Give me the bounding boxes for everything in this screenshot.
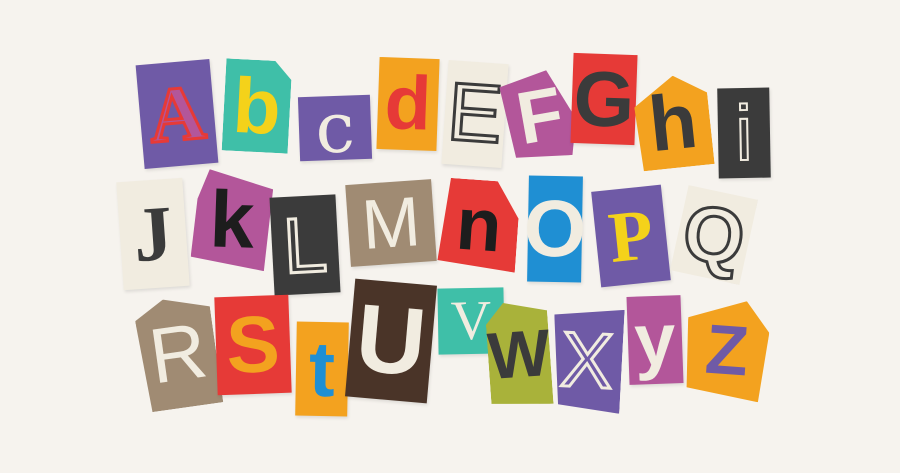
letter-tile-h: h	[631, 72, 714, 171]
letter-tile-e: E	[441, 60, 509, 168]
letter-tile-c: c	[297, 86, 373, 170]
letter-tile-a: A	[135, 58, 219, 170]
letter-h: h	[644, 75, 702, 169]
letter-tile-s: S	[214, 294, 292, 396]
letter-tile-r: R	[133, 293, 224, 413]
letter-k: k	[208, 174, 256, 265]
letter-tile-k: k	[190, 169, 273, 272]
letter-tile-q: Q	[669, 184, 758, 286]
letter-e: E	[443, 65, 507, 163]
letter-m: M	[359, 182, 423, 264]
letter-tile-p: P	[591, 184, 671, 288]
letter-t: t	[308, 324, 336, 414]
alphabet-collage: { "letters": ["A","b","c","d","E","F","G…	[0, 0, 900, 473]
letter-tile-g: G	[570, 52, 638, 146]
letter-y: y	[632, 297, 677, 382]
letter-l: L	[280, 198, 331, 291]
letter-tile-x: X	[549, 306, 624, 414]
letter-q: Q	[679, 188, 749, 282]
letter-b: b	[230, 60, 284, 152]
letter-tile-i: i	[717, 87, 771, 179]
letter-tile-z: Z	[683, 297, 772, 402]
letter-w: W	[485, 314, 553, 394]
letter-u: U	[351, 284, 431, 397]
letter-z: Z	[702, 309, 752, 391]
letter-tile-w: W	[484, 300, 553, 408]
letter-v: V	[450, 289, 492, 353]
letter-tile-y: y	[626, 295, 684, 385]
letter-f: F	[510, 70, 570, 161]
letter-x: X	[558, 314, 616, 406]
letter-s: S	[224, 299, 282, 390]
letter-a: A	[144, 66, 211, 161]
letter-tile-l: L	[269, 194, 341, 296]
letter-p: P	[604, 193, 658, 279]
letter-i: i	[734, 88, 755, 178]
letter-tile-o: O	[523, 175, 587, 283]
letter-tile-t: t	[295, 321, 349, 417]
letter-tile-n: n	[437, 177, 521, 272]
letter-j: J	[130, 188, 176, 279]
letter-tile-f: F	[498, 67, 582, 166]
letter-tile-b: b	[222, 58, 293, 153]
letter-d: d	[383, 60, 433, 147]
letter-g: G	[572, 53, 636, 145]
letter-tile-j: J	[116, 177, 190, 291]
letter-tile-u: U	[345, 278, 437, 404]
letter-tile-d: d	[376, 56, 440, 152]
letter-r: R	[143, 305, 213, 401]
letter-tile-m: M	[345, 179, 437, 267]
letter-o: O	[523, 183, 587, 274]
letter-n: n	[453, 181, 505, 268]
letter-c: c	[313, 86, 357, 170]
